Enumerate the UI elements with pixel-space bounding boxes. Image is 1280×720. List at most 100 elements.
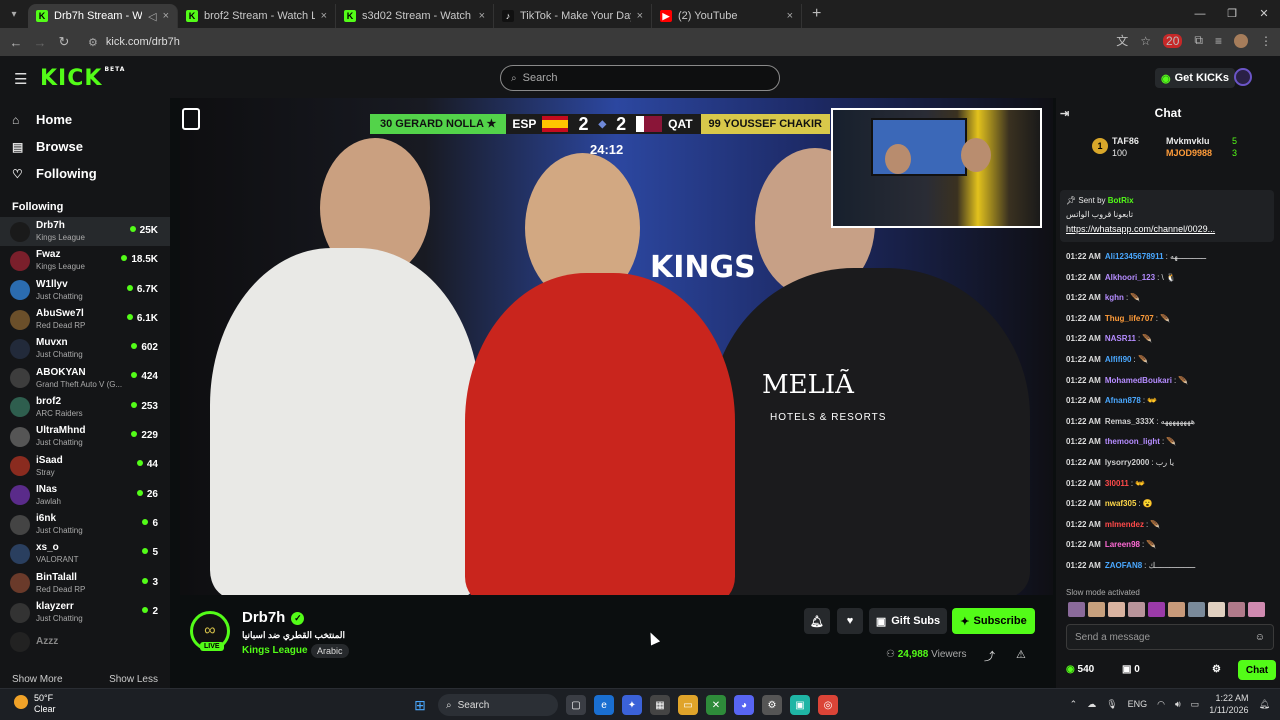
bookmark-star-icon[interactable]: ☆ xyxy=(1140,34,1151,48)
url-field[interactable]: ⚙ kick.com/drb7h xyxy=(88,32,1088,52)
taskbar-search[interactable]: ⌕ Search xyxy=(438,694,558,716)
stream-category-link[interactable]: Kings League xyxy=(242,645,308,656)
message-username[interactable]: MohamedBoukari xyxy=(1105,376,1172,385)
sidebar-channel-abokyan[interactable]: ABOKYAN Grand Theft Auto V (G... 424 xyxy=(0,363,170,392)
onedrive-icon[interactable]: ☁ xyxy=(1087,699,1096,710)
browser-menu-icon[interactable]: ⋮ xyxy=(1260,34,1272,48)
store-icon[interactable]: ▦ xyxy=(650,695,670,715)
subscribe-button[interactable]: ✦ Subscribe xyxy=(952,608,1035,634)
kick-logo[interactable]: KICK BETA xyxy=(40,66,125,91)
sidebar-channel-muvxn[interactable]: Muvxn Just Chatting 602 xyxy=(0,334,170,363)
emote-icon[interactable] xyxy=(1108,602,1125,617)
search-input[interactable]: ⌕ Search xyxy=(500,65,780,91)
emote-icon[interactable] xyxy=(1248,602,1265,617)
sidebar-channel-azzz[interactable]: Azzz xyxy=(0,627,170,656)
emote-icon[interactable] xyxy=(1208,602,1225,617)
emote-icon[interactable] xyxy=(1188,602,1205,617)
close-tab-icon[interactable]: × xyxy=(479,10,485,22)
close-tab-icon[interactable]: × xyxy=(787,10,793,22)
show-more-button[interactable]: Show More xyxy=(12,674,63,685)
collapse-chat-icon[interactable]: ⇥ xyxy=(1060,107,1069,120)
pinned-message[interactable]: 📌︎ Sent by BotRix تابعونا قروب الواتس ht… xyxy=(1060,190,1274,242)
sidebar-channel-inas[interactable]: INas Jawlah 26 xyxy=(0,481,170,510)
message-username[interactable]: Thug_life707 xyxy=(1105,314,1154,323)
app-icon[interactable]: ▣ xyxy=(790,695,810,715)
report-warning-icon[interactable]: ⚠ xyxy=(1016,648,1026,661)
sidebar-channel-w1llyv[interactable]: W1llyv Just Chatting 6.7K xyxy=(0,276,170,305)
edge-icon[interactable]: e xyxy=(594,695,614,715)
language-tag[interactable]: Arabic xyxy=(311,644,349,658)
close-window-icon[interactable]: ✕ xyxy=(1248,0,1280,28)
browser-tab[interactable]: K Drb7h Stream - Watch Live ◁ × xyxy=(28,4,178,28)
notification-bell-button[interactable]: 🔔︎ xyxy=(804,608,830,634)
windows-start-icon[interactable]: ⊞ xyxy=(410,695,430,715)
settings-icon[interactable]: ⚙ xyxy=(762,695,782,715)
wifi-icon[interactable]: ◠ xyxy=(1157,699,1165,710)
sidebar-item-following[interactable]: ♡ Following xyxy=(0,160,170,187)
message-username[interactable]: nwaf305 xyxy=(1105,499,1137,508)
forward-icon[interactable]: → xyxy=(28,35,52,50)
battery-icon[interactable]: ▭ xyxy=(1191,699,1200,710)
file-explorer-icon[interactable]: ▭ xyxy=(678,695,698,715)
message-username[interactable]: NASR11 xyxy=(1105,334,1136,343)
emote-icon[interactable] xyxy=(1168,602,1185,617)
gift-subs-button[interactable]: ▣ Gift Subs xyxy=(869,608,947,634)
back-icon[interactable]: ← xyxy=(4,35,28,50)
tab-mute-icon[interactable]: ◁ xyxy=(148,10,156,23)
sidebar-channel-ultramhnd[interactable]: UltraMhnd Just Chatting 229 xyxy=(0,422,170,451)
message-username[interactable]: Alfifi90 xyxy=(1105,355,1132,364)
new-tab-button[interactable]: + xyxy=(802,5,831,23)
emoji-picker-icon[interactable]: ☺ xyxy=(1255,632,1265,643)
share-icon[interactable]: ⤴ xyxy=(984,648,995,664)
emote-icon[interactable] xyxy=(1128,602,1145,617)
show-less-button[interactable]: Show Less xyxy=(109,674,158,685)
streamer-name[interactable]: Drb7h ✓ xyxy=(242,609,305,626)
close-tab-icon[interactable]: × xyxy=(163,10,169,22)
sidebar-channel-i6nk[interactable]: i6nk Just Chatting 6 xyxy=(0,510,170,539)
tray-chevron-icon[interactable]: ⌃ xyxy=(1070,699,1078,710)
translate-icon[interactable]: 文 xyxy=(1116,32,1128,49)
message-username[interactable]: mlmendez xyxy=(1105,520,1144,529)
browser-tab[interactable]: K s3d02 Stream - Watch Live on K × xyxy=(336,4,494,28)
emote-icon[interactable] xyxy=(1088,602,1105,617)
message-username[interactable]: themoon_light xyxy=(1105,437,1160,446)
extensions-puzzle-icon[interactable]: ⧉ xyxy=(1194,33,1203,48)
chrome-icon[interactable]: ◎ xyxy=(818,695,838,715)
discord-icon[interactable]: ◕ xyxy=(734,695,754,715)
profile-avatar[interactable] xyxy=(1234,33,1248,48)
extension-icon[interactable]: 20 xyxy=(1163,33,1183,48)
tab-search-icon[interactable]: ▾ xyxy=(0,0,28,28)
site-info-icon[interactable]: ⚙ xyxy=(88,36,98,49)
taskbar-clock[interactable]: 1:22 AM 1/11/2026 xyxy=(1209,692,1248,716)
notifications-icon[interactable]: 🔔︎ xyxy=(1259,699,1270,710)
hamburger-menu-icon[interactable]: ☰ xyxy=(14,70,27,88)
sidebar-item-browse[interactable]: ▤ Browse xyxy=(0,133,170,160)
close-tab-icon[interactable]: × xyxy=(637,10,643,22)
chat-send-button[interactable]: Chat xyxy=(1238,660,1276,680)
volume-icon[interactable]: 🔊︎ xyxy=(1175,699,1181,710)
sidebar-channel-brof2[interactable]: brof2 ARC Raiders 253 xyxy=(0,393,170,422)
close-tab-icon[interactable]: × xyxy=(321,10,327,22)
sidebar-channel-xs_o[interactable]: xs_o VALORANT 5 xyxy=(0,539,170,568)
message-username[interactable]: Alkhoori_123 xyxy=(1105,273,1155,282)
emote-icon[interactable] xyxy=(1148,602,1165,617)
emote-icon[interactable] xyxy=(1068,602,1085,617)
pinned-link[interactable]: https://whatsapp.com/channel/0029... xyxy=(1066,222,1268,236)
chat-settings-icon[interactable]: ⚙ xyxy=(1212,664,1221,675)
reading-list-icon[interactable]: ≡ xyxy=(1215,34,1222,48)
minimize-icon[interactable]: — xyxy=(1184,0,1216,28)
copilot-icon[interactable]: ✦ xyxy=(622,695,642,715)
reload-icon[interactable]: ↻ xyxy=(52,34,76,50)
sidebar-channel-klayzerr[interactable]: klayzerr Just Chatting 2 xyxy=(0,598,170,627)
follow-heart-button[interactable]: ♥ xyxy=(837,608,863,634)
message-username[interactable]: 3l0011 xyxy=(1105,479,1129,488)
message-username[interactable]: ZAOFAN8 xyxy=(1105,561,1142,570)
get-kicks-button[interactable]: ◉ Get KICKs xyxy=(1155,68,1236,88)
message-username[interactable]: Ali12345678911 xyxy=(1105,252,1164,261)
sidebar-channel-drb7h[interactable]: Drb7h Kings League 25K xyxy=(0,217,170,247)
browser-tab[interactable]: ▶ (2) YouTube × xyxy=(652,4,802,28)
sidebar-item-home[interactable]: ⌂ Home xyxy=(0,106,170,133)
language-indicator[interactable]: ENG xyxy=(1128,699,1148,709)
restore-icon[interactable]: ❐ xyxy=(1216,0,1248,28)
browser-tab[interactable]: K brof2 Stream - Watch Live on K × xyxy=(178,4,336,28)
